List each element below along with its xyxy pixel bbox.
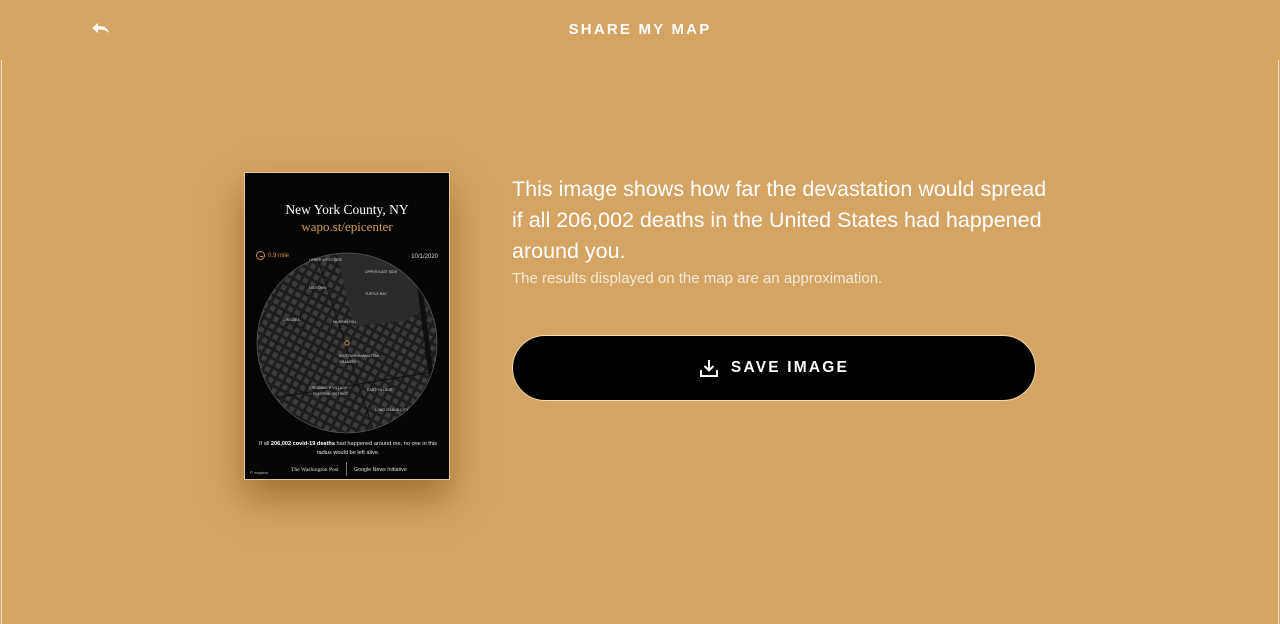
card-footer: © mapbox The Washington Post Google News…: [245, 462, 449, 478]
save-image-label: SAVE IMAGE: [730, 359, 850, 376]
map-label: GRAMERCY: [339, 360, 360, 364]
map-label: UPPER EAST SIDE: [365, 270, 398, 274]
washington-post-logo: The Washington Post: [291, 467, 339, 473]
map-label: LONG ISLAND CITY: [375, 408, 409, 412]
save-image-button[interactable]: SAVE IMAGE: [512, 335, 1036, 401]
radius-map: UPPER WEST SIDE UPPER EAST SIDE MIDTOWN …: [256, 252, 438, 434]
caption-bold: 206,002 covid-19 deaths: [270, 441, 335, 447]
map-label: GREENWICH VILLAGE: [309, 386, 348, 390]
map-label: TURTLE BAY: [365, 292, 387, 296]
map-label: MIDTOWN: [309, 286, 327, 290]
map-label: MIDTOWN MANHATTAN: [339, 354, 380, 358]
map-label: MURRAY HILL: [333, 320, 357, 324]
page-title: SHARE MY MAP: [568, 21, 712, 38]
approximation-note: The results displayed on the map are an …: [512, 270, 883, 287]
description-headline: This image shows how far the devastation…: [512, 177, 1047, 263]
card-url: wapo.st/epicenter: [301, 219, 393, 234]
share-description: This image shows how far the devastation…: [512, 174, 1052, 287]
map-card-preview: New York County, NY wapo.st/epicenter 0.…: [244, 172, 450, 480]
map-label: EAST VILLAGE: [367, 388, 393, 392]
map-label: FLATIRON DISTRICT: [313, 392, 349, 396]
top-bar: SHARE MY MAP: [0, 0, 1280, 60]
caption-prefix: If all: [259, 441, 271, 447]
download-icon: [699, 358, 719, 378]
caption-suffix: had happened around me, no one in this r…: [316, 441, 437, 456]
map-label: CHELSEA: [283, 318, 300, 322]
footer-divider: [346, 462, 347, 476]
card-caption: If all 206,002 covid-19 deaths had happe…: [257, 440, 439, 457]
map-label: UPPER WEST SIDE: [309, 258, 343, 262]
mapbox-logo: © mapbox: [250, 470, 269, 475]
card-location-title: New York County, NY: [285, 202, 409, 217]
google-news-initiative-logo: Google News Initiative: [354, 467, 407, 473]
